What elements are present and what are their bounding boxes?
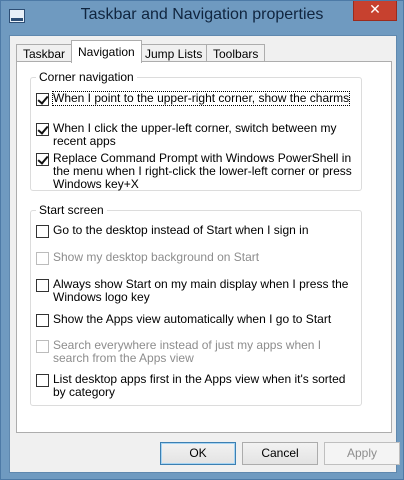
start-screen-group: Start screen Go to the desktop instead o… <box>30 203 362 406</box>
option-label: List desktop apps first in the Apps view… <box>53 372 346 399</box>
option-label: Replace Command Prompt with Windows Powe… <box>53 151 352 191</box>
option-replace-command-prompt[interactable]: Replace Command Prompt with Windows Powe… <box>36 152 357 191</box>
option-label: When I point to the upper-right corner, … <box>51 91 351 106</box>
option-label: Go to the desktop instead of Start when … <box>53 223 309 237</box>
option-label: Show my desktop background on Start <box>53 250 260 264</box>
option-desktop-apps-first[interactable]: List desktop apps first in the Apps view… <box>36 373 357 399</box>
group-title-start-screen: Start screen <box>36 203 107 217</box>
cancel-button[interactable]: Cancel <box>242 442 318 465</box>
option-label: When I click the upper-left corner, swit… <box>53 121 337 148</box>
properties-dialog: Taskbar and Navigation properties ✕ Task… <box>0 0 404 480</box>
title-bar[interactable]: Taskbar and Navigation properties ✕ <box>1 1 403 35</box>
checkbox[interactable] <box>36 93 49 106</box>
tab-jump-lists[interactable]: Jump Lists <box>138 44 210 62</box>
window-title: Taskbar and Navigation properties <box>80 6 324 23</box>
checkbox[interactable] <box>36 279 49 292</box>
checkbox[interactable] <box>36 123 49 136</box>
option-switch-recent-apps[interactable]: When I click the upper-left corner, swit… <box>36 122 357 148</box>
apply-button: Apply <box>324 442 400 465</box>
dialog-body: Taskbar Navigation Jump Lists Toolbars C… <box>9 35 400 473</box>
dialog-buttons: OK Cancel Apply <box>10 442 400 466</box>
option-label: Always show Start on my main display whe… <box>53 277 349 304</box>
option-show-apps-view[interactable]: Show the Apps view automatically when I … <box>36 313 357 327</box>
ok-button[interactable]: OK <box>160 442 236 465</box>
tab-navigation[interactable]: Navigation <box>71 40 142 63</box>
checkbox <box>36 340 49 353</box>
checkbox[interactable] <box>36 225 49 238</box>
close-button[interactable]: ✕ <box>353 1 397 21</box>
option-start-on-main-display[interactable]: Always show Start on my main display whe… <box>36 278 357 304</box>
checkbox[interactable] <box>36 153 49 166</box>
option-label: Show the Apps view automatically when I … <box>53 312 332 326</box>
tab-toolbars[interactable]: Toolbars <box>206 44 266 62</box>
checkbox <box>36 252 49 265</box>
checkbox[interactable] <box>36 374 49 387</box>
option-show-charms[interactable]: When I point to the upper-right corner, … <box>36 91 357 106</box>
group-title-corner-navigation: Corner navigation <box>36 70 137 84</box>
option-go-to-desktop[interactable]: Go to the desktop instead of Start when … <box>36 224 357 238</box>
navigation-tab-panel: Corner navigation When I point to the up… <box>16 61 392 433</box>
option-desktop-background: Show my desktop background on Start <box>36 251 357 265</box>
option-label: Search everywhere instead of just my app… <box>53 338 322 365</box>
tab-taskbar[interactable]: Taskbar <box>16 44 73 62</box>
corner-navigation-group: Corner navigation When I point to the up… <box>30 70 362 191</box>
checkbox[interactable] <box>36 314 49 327</box>
option-search-everywhere: Search everywhere instead of just my app… <box>36 339 357 365</box>
